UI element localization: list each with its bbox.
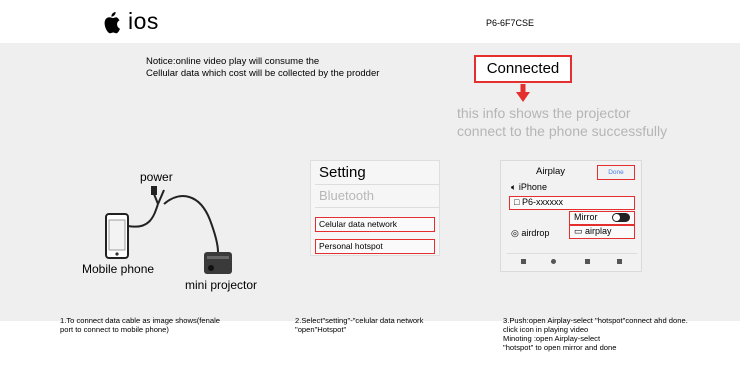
data-cable	[127, 203, 159, 228]
power-plug-icon	[151, 186, 157, 195]
power-label: power	[140, 170, 173, 184]
down-arrow-icon	[516, 84, 530, 102]
airdrop-icon: ◎	[511, 228, 519, 238]
done-button[interactable]: Done	[597, 165, 635, 180]
os-label: ios	[128, 8, 159, 34]
screen-icon: □	[514, 197, 520, 207]
settings-screen: Setting Bluetooth Celular data network P…	[310, 160, 440, 256]
caption-line: 1.To connect data cable as image shows(f…	[60, 316, 220, 325]
caption-line: port to connect to mobile phone)	[60, 325, 169, 334]
control-icon[interactable]	[521, 259, 526, 264]
control-icon[interactable]	[585, 259, 590, 264]
airplay-screen: Airplay Done 🔈︎ iPhone □ P6-xxxxxx Mirro…	[500, 160, 642, 272]
connected-status-box: Connected	[474, 55, 572, 83]
airplay-button[interactable]: ▭ airplay	[569, 225, 635, 239]
mobile-phone-icon	[105, 213, 129, 259]
caption-line: click icon in playing video	[503, 325, 589, 334]
info-line-2: connect to the phone successfully	[457, 123, 668, 139]
caption-line: 3.Push:open Airplay-select "hotspot"conn…	[503, 316, 688, 325]
control-icon[interactable]	[617, 259, 622, 264]
personal-hotspot-item[interactable]: Personal hotspot	[315, 239, 435, 254]
mini-projector-icon	[204, 252, 232, 274]
iphone-label: iPhone	[518, 182, 547, 192]
caption-line: "hotspot" to open mirror and done	[503, 343, 617, 352]
notice-text: Notice:online video play will consume th…	[146, 56, 466, 80]
control-icon[interactable]	[551, 259, 556, 264]
bluetooth-item[interactable]: Bluetooth	[315, 186, 439, 208]
iphone-item[interactable]: 🔈︎ iPhone	[511, 182, 547, 193]
step-2-caption: 2.Select"setting"-"celular data network …	[295, 316, 490, 334]
airplay-title: Airplay	[536, 166, 566, 177]
mirror-toggle[interactable]	[612, 213, 630, 222]
step-1-caption: 1.To connect data cable as image shows(f…	[60, 316, 280, 334]
mini-projector-label: mini projector	[185, 278, 258, 292]
control-bar	[507, 253, 637, 267]
speaker-icon: 🔈︎	[511, 182, 517, 192]
caption-line: "open"Hotspot"	[295, 325, 347, 334]
settings-title: Setting	[315, 163, 439, 185]
airdrop-label: airdrop	[521, 228, 550, 238]
airplay-icon: ▭	[574, 226, 583, 236]
airplay-label: airplay	[585, 226, 612, 236]
connection-info: this info shows the projector connect to…	[457, 104, 737, 140]
cellular-data-item[interactable]: Celular data network	[315, 217, 435, 232]
model-code: P6-6F7CSE	[486, 18, 535, 28]
notice-line-2: Cellular data which cost will be collect…	[146, 68, 380, 79]
device-label: P6-xxxxxx	[521, 197, 563, 207]
apple-logo-icon	[104, 12, 120, 34]
projector-device-item[interactable]: □ P6-xxxxxx	[509, 196, 635, 210]
mirror-label: Mirror	[574, 212, 598, 222]
caption-line: Minoting :open Airplay-select	[503, 334, 601, 343]
mirror-toggle-row[interactable]: Mirror	[569, 211, 635, 225]
caption-line: 2.Select"setting"-"celular data network	[295, 316, 424, 325]
airdrop-button[interactable]: ◎ airdrop	[511, 228, 549, 239]
step-3-caption: 3.Push:open Airplay-select "hotspot"conn…	[503, 316, 740, 352]
mobile-phone-label: Mobile phone	[82, 262, 155, 276]
notice-line-1: Notice:online video play will consume th…	[146, 56, 320, 67]
info-line-1: this info shows the projector	[457, 105, 631, 121]
